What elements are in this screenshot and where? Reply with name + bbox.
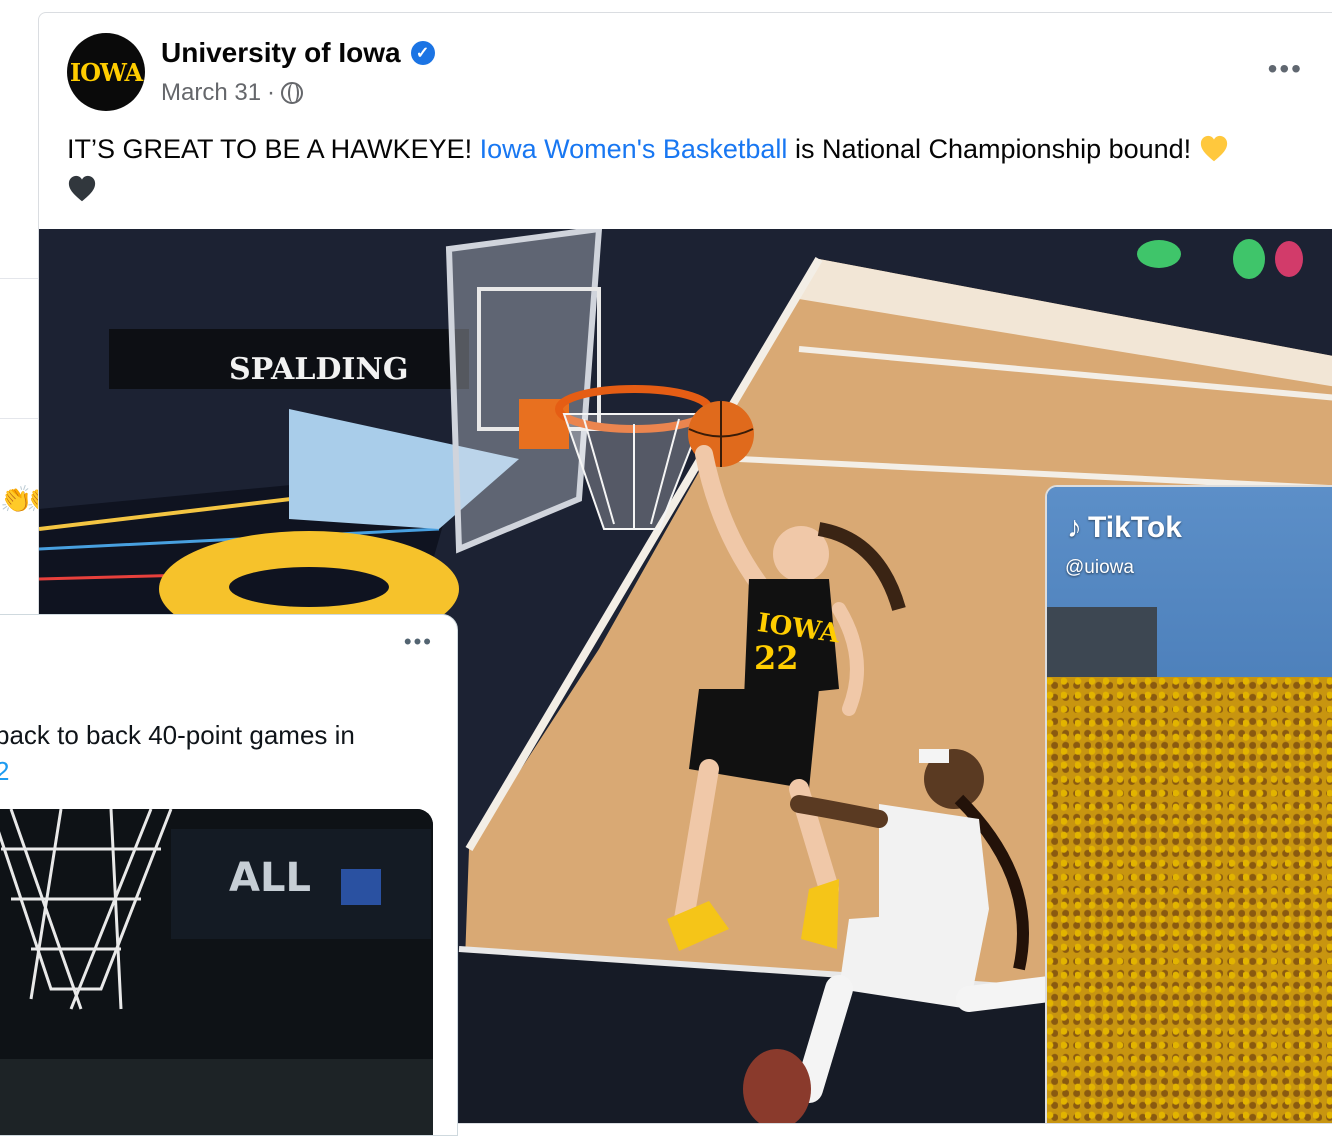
tiktok-video-card[interactable]: ♪ TikTok @uiowa (1045, 485, 1332, 1123)
jersey-number: 22 (754, 639, 799, 677)
stadium-crowd (1047, 677, 1332, 1123)
tiktok-logo: ♪ TikTok (1067, 511, 1182, 545)
post-meta: March 31 · (161, 79, 304, 107)
post-text-start: IT’S GREAT TO BE A HAWKEYE! (67, 134, 480, 164)
tiktok-note-icon: ♪ (1067, 511, 1082, 544)
meta-separator: · (267, 79, 276, 106)
tweet-text: back to back 40-point games in 2 (0, 717, 355, 789)
background-card-middle (0, 280, 38, 419)
globe-icon[interactable] (281, 82, 304, 104)
twitter-post-card: ••• back to back 40-point games in 2 ALL (0, 614, 458, 1136)
tweet-link[interactable]: 2 (0, 756, 9, 786)
verified-badge-icon: ✓ (410, 41, 435, 65)
tweet-text-line: back to back 40-point games in (0, 720, 355, 750)
page-name-link[interactable]: University of Iowa (161, 37, 401, 69)
background-card-top (0, 0, 38, 279)
stadium-press-box (1047, 607, 1157, 687)
tiktok-brand: TikTok (1088, 511, 1182, 544)
post-text: IT’S GREAT TO BE A HAWKEYE! Iowa Women's… (67, 129, 1332, 209)
spalding-sign: SPALDING (229, 352, 409, 387)
tweet-image[interactable]: ALL (0, 809, 433, 1135)
tiktok-handle[interactable]: @uiowa (1065, 557, 1134, 579)
arena-sign-text: ALL (229, 855, 311, 901)
tweet-hoop-illustration: ALL (0, 809, 433, 1135)
post-options-button[interactable]: ••• (1268, 53, 1303, 85)
black-heart-icon (68, 175, 96, 202)
tweet-more-button[interactable]: ••• (404, 629, 433, 655)
iowa-womens-basketball-link[interactable]: Iowa Women's Basketball (480, 134, 788, 164)
post-text-end: is National Championship bound! (787, 134, 1199, 164)
page-name-row: University of Iowa ✓ (161, 37, 435, 69)
post-date[interactable]: March 31 (161, 79, 261, 107)
yellow-heart-icon (1200, 135, 1227, 162)
avatar-logo-text: IOWA (69, 57, 143, 87)
page-avatar[interactable]: IOWA (67, 33, 145, 111)
